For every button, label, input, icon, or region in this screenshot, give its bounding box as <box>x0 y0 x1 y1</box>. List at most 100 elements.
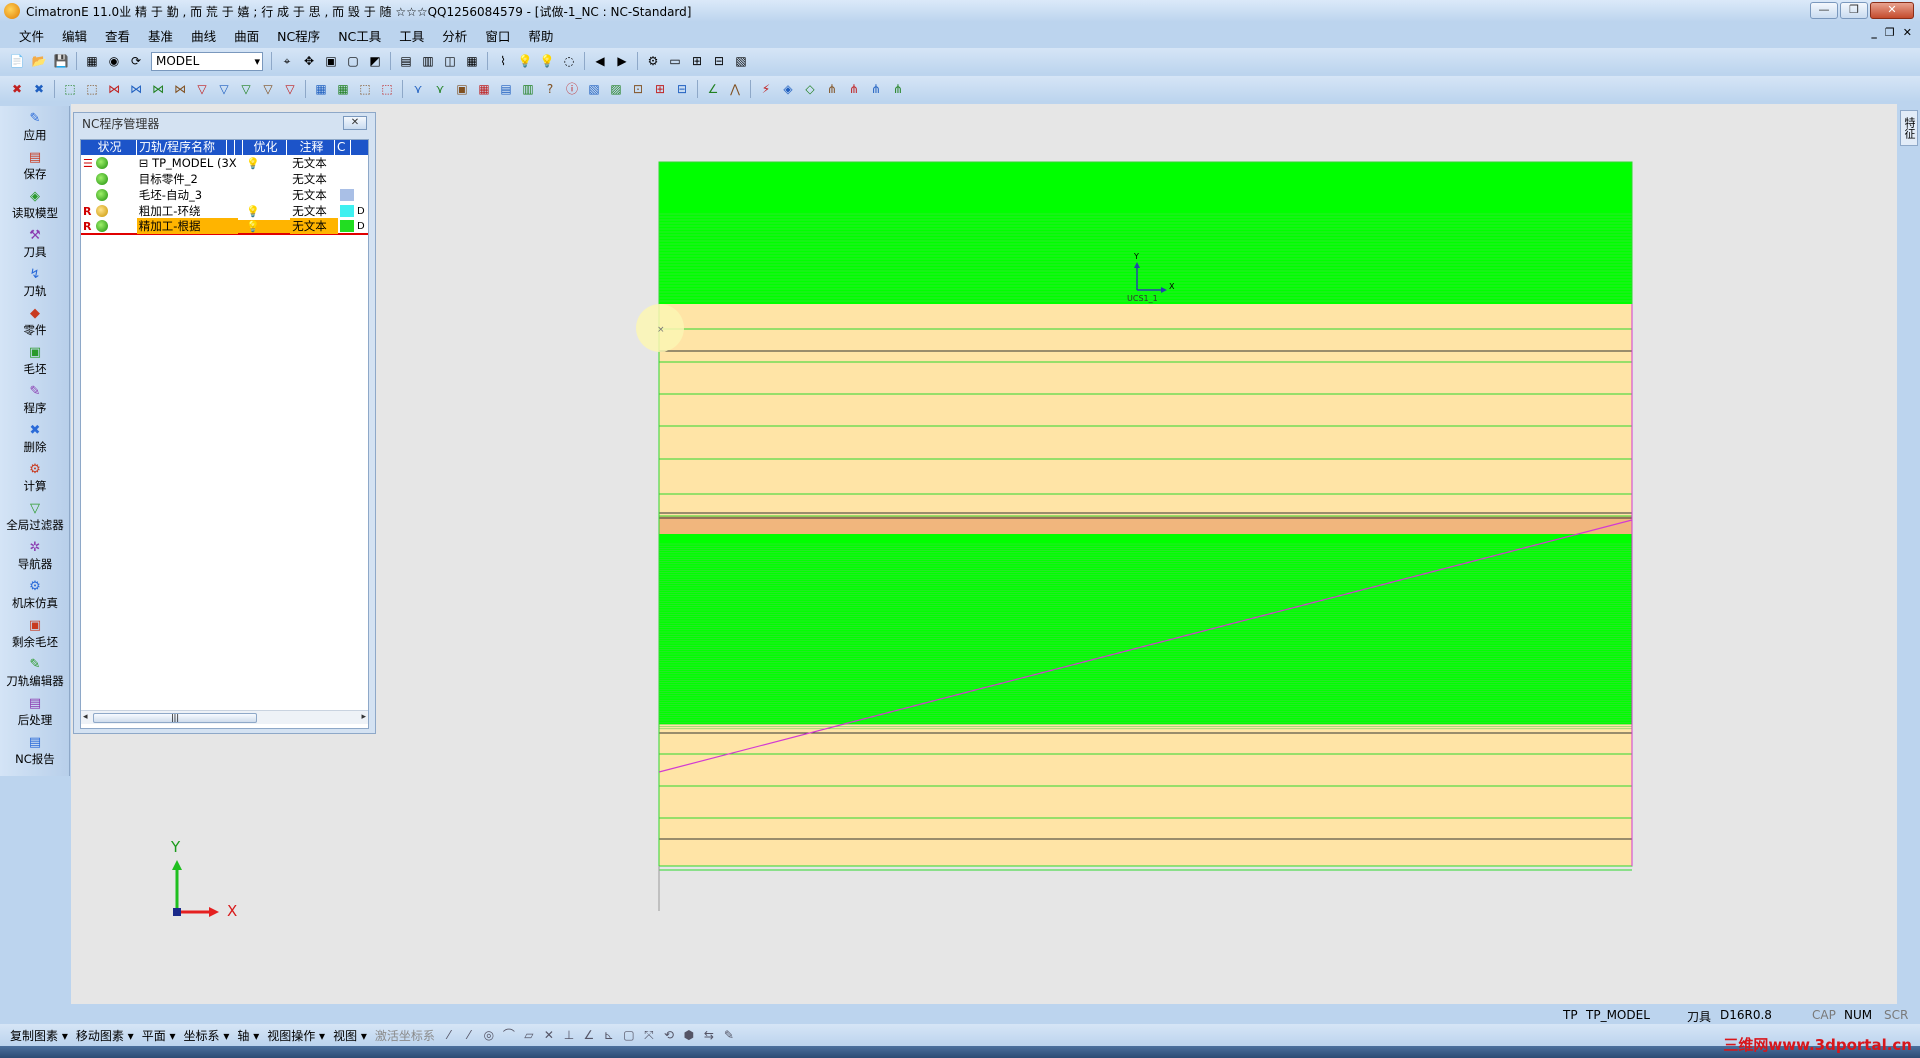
guide-item-13[interactable]: ▣ 剩余毛坯 <box>0 613 70 652</box>
guide-item-11[interactable]: ✲ 导航器 <box>0 535 70 574</box>
mdi-restore-button[interactable]: ❐ <box>1885 26 1895 39</box>
grid-icon[interactable]: ⊞ <box>688 52 706 70</box>
settings-icon[interactable]: ⚙ <box>644 52 662 70</box>
cross-tool-icon[interactable]: ✕ <box>541 1027 557 1043</box>
nc-tool-22-icon[interactable]: ▥ <box>519 80 537 98</box>
feature-tab[interactable]: 特征 <box>1900 110 1918 146</box>
zoom-fit-icon[interactable]: ⌖ <box>278 52 296 70</box>
pan-icon[interactable]: ✥ <box>300 52 318 70</box>
measure-icon[interactable]: ▭ <box>666 52 684 70</box>
nc-tool-29-icon[interactable]: ⊟ <box>673 80 691 98</box>
nc-tool-7-icon[interactable]: ⋈ <box>171 80 189 98</box>
new-file-icon[interactable]: 📄 <box>8 52 26 70</box>
menu-file[interactable]: 文件 <box>10 26 53 45</box>
render-icon[interactable]: ◉ <box>105 52 123 70</box>
pick-tool-icon[interactable]: ⇆ <box>701 1027 717 1043</box>
shaded-icon[interactable]: ▣ <box>322 52 340 70</box>
nc-tool-13-icon[interactable]: ▦ <box>312 80 330 98</box>
line-tool-icon[interactable]: ⁄ <box>461 1027 477 1043</box>
guide-item-2[interactable]: ◈ 读取模型 <box>0 184 70 223</box>
nc-tree-row[interactable]: 目标零件_2 无文本 <box>81 171 368 187</box>
nc-tool-15-icon[interactable]: ⬚ <box>356 80 374 98</box>
col-note[interactable]: 注释 <box>287 140 335 155</box>
guide-item-7[interactable]: ✎ 程序 <box>0 379 70 418</box>
col-blank-2[interactable] <box>235 140 243 155</box>
ucs-menu[interactable]: 坐标系 ▾ <box>180 1027 234 1044</box>
guide-item-14[interactable]: ✎ 刀轨编辑器 <box>0 652 70 691</box>
guide-item-0[interactable]: ✎ 应用 <box>0 106 70 145</box>
guide-item-10[interactable]: ▽ 全局过滤器 <box>0 496 70 535</box>
shield-tool-icon[interactable]: ⬢ <box>681 1027 697 1043</box>
nc-tool-1-icon[interactable]: ✖ <box>30 80 48 98</box>
axis-tool-icon[interactable]: ⊾ <box>601 1027 617 1043</box>
nc-tool-31-icon[interactable]: ⋀ <box>726 80 744 98</box>
show-icon[interactable]: ◫ <box>441 52 459 70</box>
layer-set-icon[interactable]: ▥ <box>419 52 437 70</box>
menu-nc-tools[interactable]: NC工具 <box>329 26 390 45</box>
rotate-tool-icon[interactable]: ⟲ <box>661 1027 677 1043</box>
row-bulb-icon[interactable]: 💡 <box>238 157 290 170</box>
mdi-minimize-button[interactable]: _ <box>1871 26 1877 39</box>
nc-tool-5-icon[interactable]: ⋈ <box>127 80 145 98</box>
col-blank-1[interactable] <box>227 140 235 155</box>
nc-tool-11-icon[interactable]: ▽ <box>259 80 277 98</box>
nc-tool-16-icon[interactable]: ⬚ <box>378 80 396 98</box>
row-bulb-icon[interactable]: 💡 <box>238 205 290 218</box>
nc-tool-10-icon[interactable]: ▽ <box>237 80 255 98</box>
nc-tool-36-icon[interactable]: ⋔ <box>845 80 863 98</box>
guide-item-1[interactable]: ▤ 保存 <box>0 145 70 184</box>
nc-tool-23-icon[interactable]: ? <box>541 80 559 98</box>
nc-tool-0-icon[interactable]: ✖ <box>8 80 26 98</box>
col-status[interactable]: 状况 <box>81 140 137 155</box>
view-menu[interactable]: 视图 ▾ <box>329 1027 371 1044</box>
axis-menu[interactable]: 轴 ▾ <box>233 1027 263 1044</box>
nc-tool-38-icon[interactable]: ⋔ <box>889 80 907 98</box>
nc-tool-9-icon[interactable]: ▽ <box>215 80 233 98</box>
nc-tree-row[interactable]: R 粗加工-环绕 💡 无文本 D <box>81 203 368 219</box>
minimize-button[interactable]: — <box>1810 2 1838 19</box>
plane-menu[interactable]: 平面 ▾ <box>138 1027 180 1044</box>
nc-tool-24-icon[interactable]: ⓘ <box>563 80 581 98</box>
scroll-left-icon[interactable]: ◂ <box>83 712 88 722</box>
menu-curve[interactable]: 曲线 <box>182 26 225 45</box>
save-file-icon[interactable]: 💾 <box>52 52 70 70</box>
guide-item-4[interactable]: ↯ 刀轨 <box>0 262 70 301</box>
nc-tool-14-icon[interactable]: ▦ <box>334 80 352 98</box>
nc-tool-8-icon[interactable]: ▽ <box>193 80 211 98</box>
mdi-close-button[interactable]: ✕ <box>1903 26 1912 39</box>
bulb-off-icon[interactable]: ◌ <box>560 52 578 70</box>
close-button[interactable]: ✕ <box>1870 2 1914 19</box>
nc-tool-4-icon[interactable]: ⋈ <box>105 80 123 98</box>
line-tool-icon[interactable]: ⁄ <box>441 1027 457 1043</box>
nc-tool-28-icon[interactable]: ⊞ <box>651 80 669 98</box>
bulb-on-icon[interactable]: 💡 <box>538 52 556 70</box>
nc-horizontal-scrollbar[interactable]: ◂ ||| ▸ <box>81 710 368 724</box>
activate-ucs-button[interactable]: 激活坐标系 <box>371 1027 439 1044</box>
angle-tool-icon[interactable]: ∠ <box>581 1027 597 1043</box>
bulb-icon[interactable]: 💡 <box>516 52 534 70</box>
nc-tool-3-icon[interactable]: ⬚ <box>83 80 101 98</box>
col-optimize[interactable]: 优化 <box>243 140 287 155</box>
guide-item-6[interactable]: ▣ 毛坯 <box>0 340 70 379</box>
guide-item-8[interactable]: ✖ 删除 <box>0 418 70 457</box>
xyz-tool-icon[interactable]: ⤧ <box>641 1027 657 1043</box>
scroll-right-icon[interactable]: ▸ <box>361 712 366 722</box>
menu-edit[interactable]: 编辑 <box>53 26 96 45</box>
col-c[interactable]: C <box>335 140 351 155</box>
nc-tool-30-icon[interactable]: ∠ <box>704 80 722 98</box>
nc-tool-21-icon[interactable]: ▤ <box>497 80 515 98</box>
guide-item-3[interactable]: ⚒ 刀具 <box>0 223 70 262</box>
nc-tool-27-icon[interactable]: ⊡ <box>629 80 647 98</box>
layer-icon[interactable]: ▤ <box>397 52 415 70</box>
menu-view[interactable]: 查看 <box>96 26 139 45</box>
next-icon[interactable]: ▶ <box>613 52 631 70</box>
view-cube-icon[interactable]: ◩ <box>366 52 384 70</box>
model-select[interactable]: MODEL <box>151 51 263 71</box>
scroll-thumb[interactable]: ||| <box>93 713 257 723</box>
open-file-icon[interactable]: 📂 <box>30 52 48 70</box>
menu-help[interactable]: 帮助 <box>519 26 562 45</box>
previous-icon[interactable]: ◀ <box>591 52 609 70</box>
nc-tool-20-icon[interactable]: ▦ <box>475 80 493 98</box>
box-tool-icon[interactable]: ▢ <box>621 1027 637 1043</box>
nc-tool-19-icon[interactable]: ▣ <box>453 80 471 98</box>
